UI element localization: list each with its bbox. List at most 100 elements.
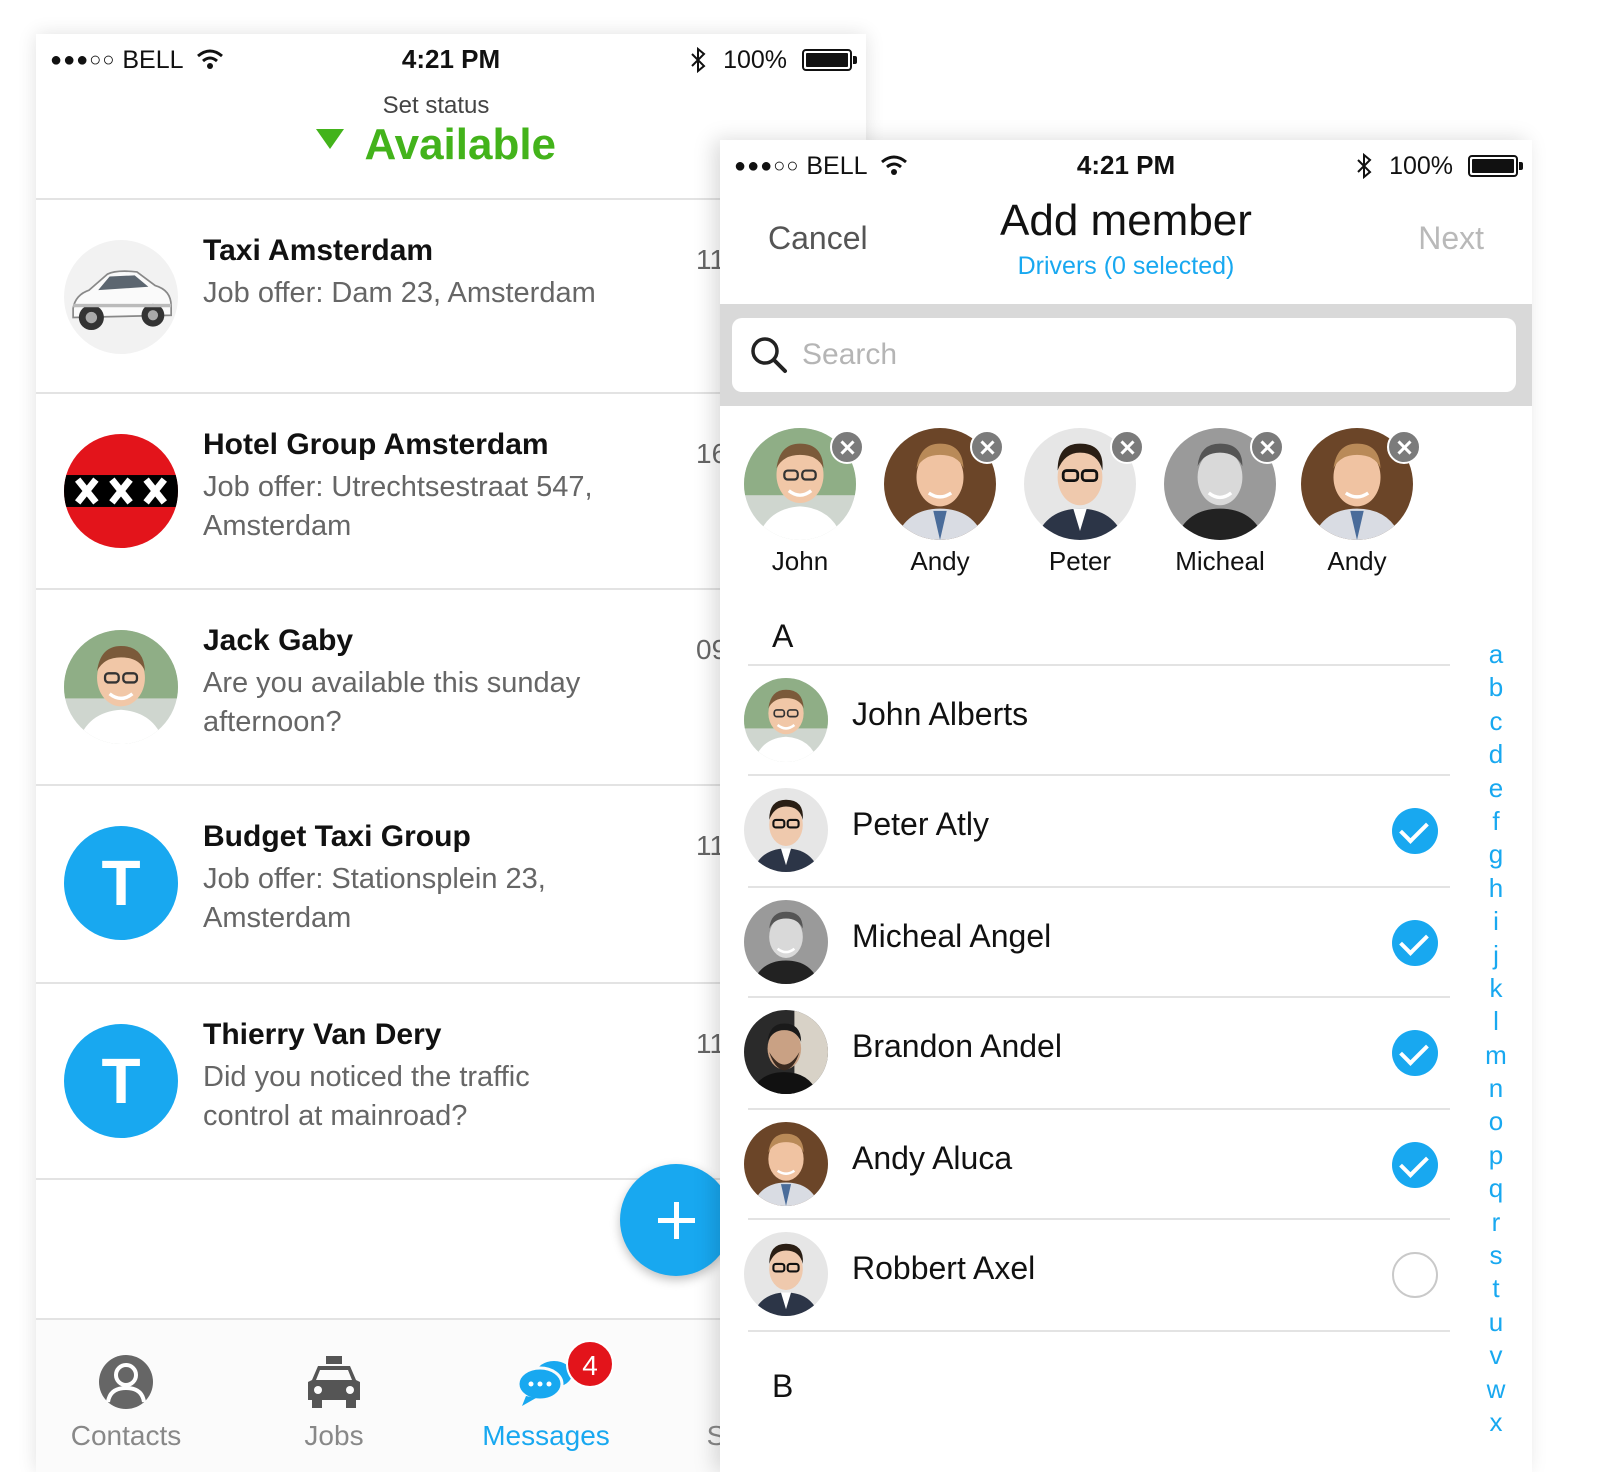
remove-icon[interactable] (1110, 430, 1144, 464)
message-sender: Thierry Van Dery (203, 1018, 442, 1051)
checked-icon[interactable] (1392, 808, 1438, 854)
member-name: Micheal Angel (852, 918, 1052, 954)
chip-label: Micheal (1175, 546, 1265, 576)
tab-jobs[interactable]: Jobs (244, 1354, 424, 1452)
chip-label: Andy (1327, 546, 1387, 576)
taxi-icon (308, 1356, 360, 1408)
search-bar (720, 304, 1532, 406)
chip-label: John (771, 546, 829, 576)
index-letter[interactable]: a (1476, 638, 1516, 671)
message-sender: Hotel Group Amsterdam (203, 428, 549, 461)
tab-label: Contacts (70, 1420, 182, 1451)
index-letter[interactable]: i (1476, 905, 1516, 938)
index-letter[interactable]: l (1476, 1005, 1516, 1038)
member-name: Robbert Axel (852, 1250, 1036, 1286)
index-letter[interactable]: p (1476, 1139, 1516, 1172)
checked-icon[interactable] (1392, 920, 1438, 966)
member-row[interactable]: Brandon Andel (748, 996, 1450, 1108)
member-name: John Alberts (852, 696, 1029, 732)
index-letter[interactable]: v (1476, 1339, 1516, 1372)
bluetooth-icon (1357, 152, 1372, 180)
member-row[interactable]: John Alberts (748, 664, 1450, 776)
selected-member-chip[interactable]: Micheal (1154, 428, 1284, 588)
index-letter[interactable]: c (1476, 705, 1516, 738)
battery-icon (1468, 155, 1523, 177)
tab-label: Jobs (304, 1420, 364, 1451)
index-letter[interactable]: g (1476, 838, 1516, 871)
member-avatar (744, 788, 828, 872)
tab-label: Messages (482, 1420, 610, 1451)
status-value: Available (364, 120, 557, 169)
section-header: B (772, 1368, 794, 1404)
index-letter[interactable]: n (1476, 1072, 1516, 1105)
tab-contacts[interactable]: Contacts (36, 1354, 216, 1452)
user-icon (99, 1355, 153, 1409)
next-button[interactable]: Next (1418, 220, 1484, 257)
status-bar: ●●●○○ BELL 4:21 PM 100% (36, 34, 866, 86)
checked-icon[interactable] (1392, 1142, 1438, 1188)
alphabet-index[interactable]: a b c d e f g h i j k l m n o p q r s t … (1476, 638, 1516, 1439)
index-letter[interactable]: d (1476, 738, 1516, 771)
member-avatar (744, 1010, 828, 1094)
index-letter[interactable]: e (1476, 772, 1516, 805)
remove-icon[interactable] (970, 430, 1004, 464)
message-preview: Did you noticed the traffic control at m… (203, 1061, 530, 1132)
selected-member-chip[interactable]: Andy (874, 428, 1004, 588)
message-preview: Are you available this sunday afternoon? (203, 667, 581, 738)
selected-member-chip[interactable]: John (734, 428, 864, 588)
index-letter[interactable]: m (1476, 1039, 1516, 1072)
unread-badge: 4 (566, 1340, 614, 1388)
member-name: Peter Atly (852, 806, 989, 842)
index-letter[interactable]: o (1476, 1105, 1516, 1138)
caret-down-icon (316, 129, 344, 149)
section-header: A (772, 618, 794, 654)
battery-percent: 100% (723, 46, 788, 74)
compose-button[interactable] (620, 1164, 732, 1276)
selected-member-chip[interactable]: Andy (1291, 428, 1421, 588)
index-letter[interactable]: q (1476, 1172, 1516, 1205)
add-member-screen: ●●●○○ BELL 4:21 PM 100% Add member Drive… (720, 140, 1532, 1472)
member-row[interactable]: Robbert Axel (748, 1218, 1450, 1330)
search-field[interactable] (732, 318, 1516, 392)
remove-icon[interactable] (1387, 430, 1421, 464)
message-preview: Job offer: Stationsplein 23, Amsterdam (203, 863, 546, 934)
message-sender: Budget Taxi Group (203, 820, 471, 853)
index-letter[interactable]: b (1476, 671, 1516, 704)
selected-member-chip[interactable]: Peter (1014, 428, 1144, 588)
amsterdam-flag-avatar (64, 434, 178, 548)
unchecked-icon[interactable] (1392, 1252, 1438, 1298)
remove-icon[interactable] (830, 430, 864, 464)
index-letter[interactable]: u (1476, 1306, 1516, 1339)
search-icon (751, 337, 787, 373)
index-letter[interactable]: t (1476, 1272, 1516, 1305)
status-bar: ●●●○○ BELL 4:21 PM 100% (720, 140, 1532, 192)
index-letter[interactable]: j (1476, 939, 1516, 972)
search-input[interactable] (802, 332, 1482, 378)
member-row[interactable]: Micheal Angel (748, 886, 1450, 998)
index-letter[interactable]: x (1476, 1406, 1516, 1439)
message-sender: Jack Gaby (203, 624, 354, 657)
cancel-button[interactable]: Cancel (768, 220, 868, 257)
bluetooth-icon (691, 46, 706, 74)
index-letter[interactable]: k (1476, 972, 1516, 1005)
member-row[interactable]: Andy Aluca (748, 1108, 1450, 1220)
set-status-label: Set status (382, 92, 490, 119)
member-avatar (744, 1232, 828, 1316)
status-selector[interactable]: Available (316, 120, 556, 170)
index-letter[interactable]: h (1476, 872, 1516, 905)
index-letter[interactable]: r (1476, 1206, 1516, 1239)
member-avatar (744, 900, 828, 984)
index-letter[interactable]: s (1476, 1239, 1516, 1272)
member-row[interactable]: Peter Atly (748, 774, 1450, 886)
message-sender: Taxi Amsterdam (203, 234, 434, 267)
index-letter[interactable]: f (1476, 805, 1516, 838)
checked-icon[interactable] (1392, 1030, 1438, 1076)
index-letter[interactable]: w (1476, 1373, 1516, 1406)
car-avatar (64, 240, 178, 354)
initial-avatar: T (64, 826, 178, 940)
divider (748, 1330, 1450, 1332)
remove-icon[interactable] (1250, 430, 1284, 464)
member-name: Andy Aluca (852, 1140, 1013, 1176)
member-avatar (744, 1122, 828, 1206)
battery-icon (802, 49, 857, 71)
